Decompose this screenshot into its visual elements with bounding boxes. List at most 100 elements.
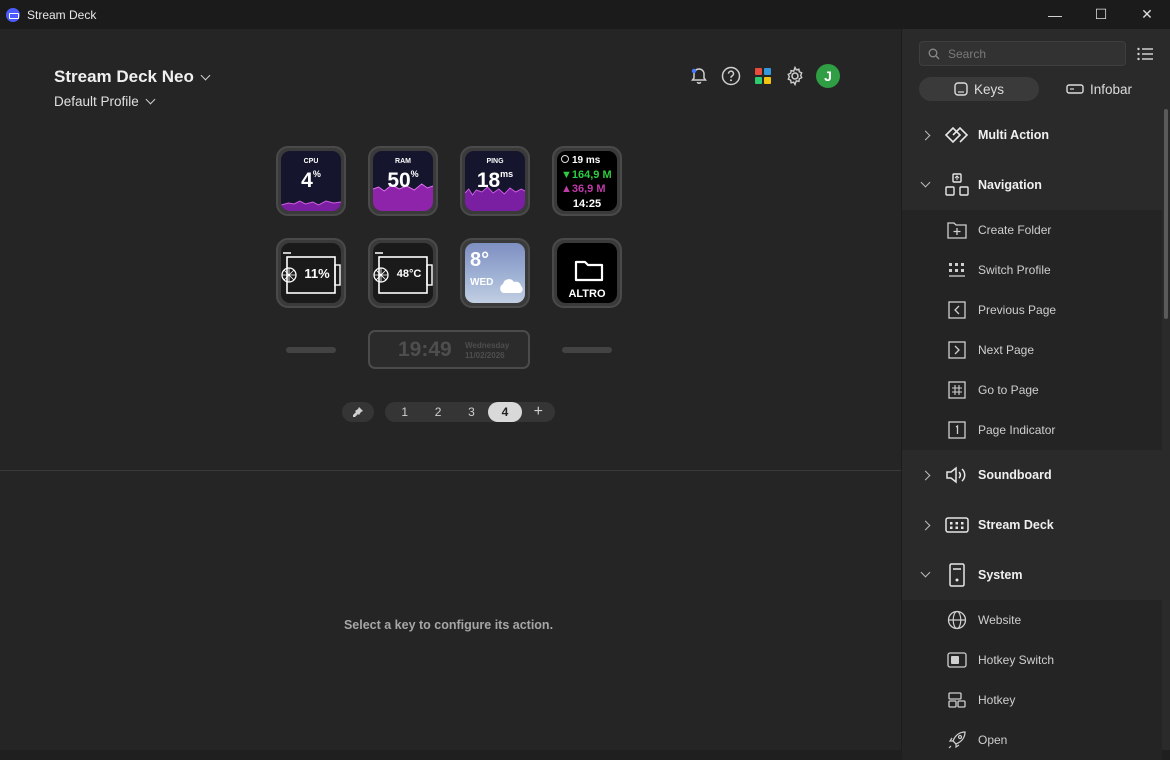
category-multi-action[interactable]: Multi Action [902,110,1162,160]
action-hotkey[interactable]: Hotkey [902,680,1162,720]
action-label: Previous Page [978,303,1057,317]
action-go-to-page[interactable]: Go to Page [902,370,1162,410]
key-ram[interactable]: RAM 50% [368,146,438,216]
action-label: Go to Page [978,383,1039,397]
chevron-down-icon [200,70,211,80]
main-area: Stream Deck Neo Default Profile J CPU 4% [0,29,901,750]
page-indicator-icon [946,419,968,441]
window-title: Stream Deck [27,7,97,22]
action-page-indicator[interactable]: Page Indicator [902,410,1162,450]
key-ping[interactable]: PING 18ms [460,146,530,216]
bell-icon[interactable] [688,65,710,87]
category-system[interactable]: System [902,550,1162,600]
tab-infobar-label: Infobar [1089,81,1133,97]
sidebar-scrollbar[interactable] [1164,109,1168,319]
folder-label: ALTRO [568,288,606,300]
tab-infobar[interactable]: Infobar [1039,77,1159,101]
action-open[interactable]: Open [902,720,1162,760]
multi-action-icon [944,122,970,148]
sidebar-tabs: Keys Infobar [919,77,1159,101]
help-icon[interactable] [720,65,742,87]
chevron-right-icon [920,470,931,480]
speaker-icon [944,462,970,488]
infobar-time: 19:49 [398,338,452,361]
action-website[interactable]: Website [902,600,1162,640]
pin-icon [353,407,363,417]
title-bar: Stream Deck — ☐ ✕ [0,0,1170,29]
touch-point-left[interactable] [286,347,336,353]
infobar-weekday: Wednesday [465,341,510,350]
key-cpu[interactable]: CPU 4% [276,146,346,216]
category-label: Navigation [978,178,1042,192]
action-label: Next Page [978,343,1035,357]
settings-icon[interactable] [784,65,806,87]
action-create-folder[interactable]: Create Folder [902,210,1162,250]
header-toolbar: J [688,64,840,88]
cloud-icon [500,279,523,293]
minimize-button[interactable]: — [1032,0,1078,29]
profile-selector[interactable]: Default Profile [54,94,209,109]
hotkey-switch-icon [946,649,968,671]
action-next-page[interactable]: Next Page [902,330,1162,370]
action-label: Open [978,733,1008,747]
hotkey-icon [946,689,968,711]
close-button[interactable]: ✕ [1124,0,1170,29]
stream-deck-icon [944,512,970,538]
action-label: Hotkey Switch [978,653,1055,667]
page-navigator: 1 2 3 4 + [385,402,555,422]
key-network[interactable]: 19 ms ▼164,9 M ▲36,9 M 14:25 [552,146,622,216]
category-soundboard[interactable]: Soundboard [902,450,1162,500]
cpu-unit: % [312,169,321,179]
page-1[interactable]: 1 [388,402,421,422]
window-controls: — ☐ ✕ [1032,0,1170,29]
key-gpu-temp[interactable]: 48°C [368,238,438,308]
folder-icon [574,260,604,282]
key-folder[interactable]: ALTRO [552,238,622,308]
latency-icon [561,155,569,163]
action-label: Website [978,613,1022,627]
divider [0,470,901,471]
key-icon [954,82,968,96]
pin-button[interactable] [342,402,374,422]
next-page-icon [946,339,968,361]
page-2[interactable]: 2 [421,402,454,422]
tab-keys[interactable]: Keys [919,77,1039,101]
app-logo-icon [6,7,20,22]
network-upload: 36,9 M [571,183,606,195]
action-hotkey-switch[interactable]: Hotkey Switch [902,640,1162,680]
chevron-down-icon [920,177,931,188]
network-download: 164,9 M [571,169,612,181]
previous-page-icon [946,299,968,321]
device-name: Stream Deck Neo [54,67,194,86]
page-4[interactable]: 4 [488,402,522,422]
tab-keys-label: Keys [973,81,1004,97]
category-stream-deck[interactable]: Stream Deck [902,500,1162,550]
action-switch-profile[interactable]: Switch Profile [902,250,1162,290]
action-label: Hotkey [978,693,1016,707]
ping-value: 18 [476,169,501,192]
infobar-icon [1066,84,1084,94]
key-gpu-usage[interactable]: 11% [276,238,346,308]
action-previous-page[interactable]: Previous Page [902,290,1162,330]
maximize-button[interactable]: ☐ [1078,0,1124,29]
chevron-down-icon [145,94,156,105]
cpu-graph [281,200,341,211]
action-label: Page Indicator [978,423,1056,437]
ping-label: PING [486,158,504,165]
page-3[interactable]: 3 [455,402,488,422]
category-navigation[interactable]: Navigation [902,160,1162,210]
category-label: System [978,568,1023,582]
search-icon [928,48,940,59]
search-input[interactable]: Search [919,41,1126,66]
infobar-display[interactable]: 19:49 Wednesday 11/02/2026 [368,330,530,369]
user-avatar[interactable]: J [816,64,840,88]
device-selector[interactable]: Stream Deck Neo [54,67,211,87]
touch-point-right[interactable] [562,347,612,353]
category-label: Stream Deck [978,518,1054,532]
add-page-button[interactable]: + [522,402,555,422]
plugins-icon[interactable] [752,65,774,87]
cpu-label: CPU [303,158,319,165]
list-view-icon[interactable] [1137,47,1153,66]
key-weather[interactable]: 8° WED [460,238,530,308]
category-label: Soundboard [978,468,1052,482]
